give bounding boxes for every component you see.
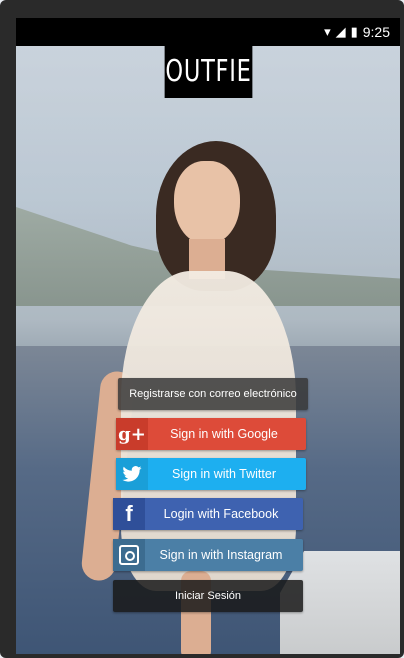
phone-screen: ▾ ◢ ▮ 9:25 OUTFIE Registrarse con correo… [16,18,400,654]
signal-icon: ◢ [335,24,346,39]
twitter-signin-label: Sign in with Twitter [172,467,276,481]
model-face [174,161,240,245]
twitter-signin-button[interactable]: Sign in with Twitter [116,458,306,490]
facebook-login-label: Login with Facebook [163,507,279,521]
register-email-button[interactable]: Registrarse con correo electrónico [118,378,308,410]
instagram-signin-button[interactable]: Sign in with Instagram [113,539,303,571]
twitter-bird-icon [116,458,148,490]
status-bar: ▾ ◢ ▮ 9:25 [16,18,400,46]
google-plus-icon: g+ [116,418,148,450]
google-signin-label: Sign in with Google [170,427,278,441]
login-label: Iniciar Sesión [174,590,242,602]
wifi-icon: ▾ [324,24,331,39]
status-icons: ▾ ◢ ▮ 9:25 [324,22,390,42]
login-screen: OUTFIE Registrarse con correo electrónic… [16,46,400,654]
facebook-f-icon: f [113,498,145,530]
app-logo: OUTFIE [164,46,253,98]
google-signin-button[interactable]: g+ Sign in with Google [116,418,306,450]
status-time: 9:25 [362,24,390,40]
login-button[interactable]: Iniciar Sesión [113,580,303,612]
register-email-label: Registrarse con correo electrónico [129,388,297,400]
instagram-camera-icon [113,539,145,571]
facebook-login-button[interactable]: f Login with Facebook [113,498,303,530]
instagram-signin-label: Sign in with Instagram [159,548,283,562]
battery-icon: ▮ [350,24,358,39]
